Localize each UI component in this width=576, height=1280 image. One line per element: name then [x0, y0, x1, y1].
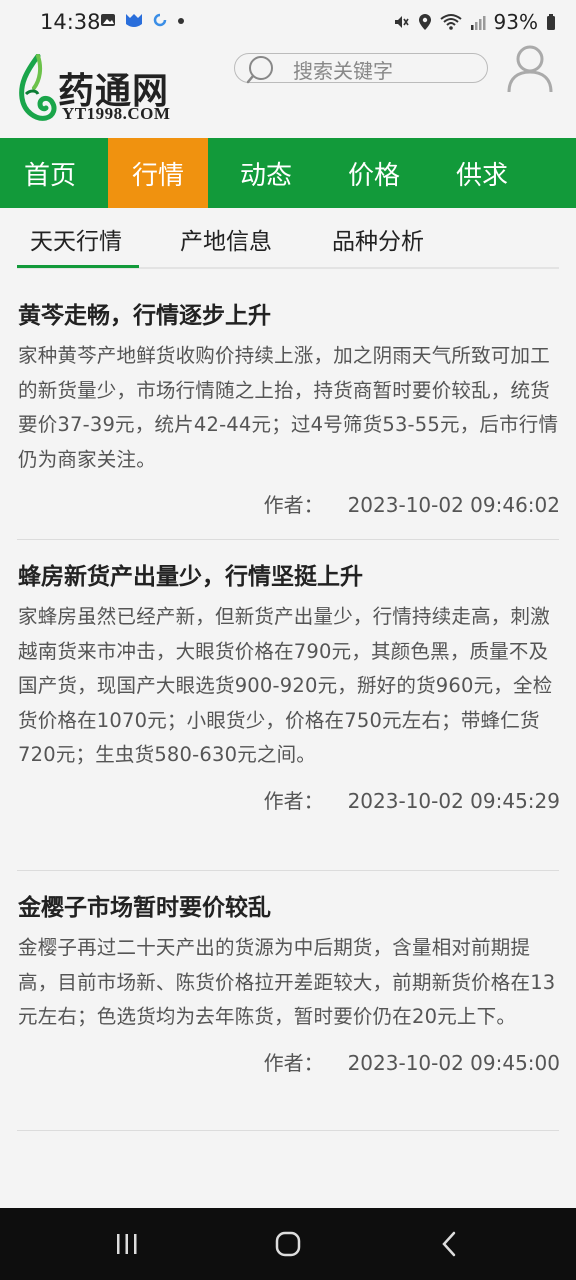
system-icons: 93% [392, 10, 556, 34]
article-meta: 作者： 2023-10-02 09:46:02 [18, 489, 560, 518]
article-summary: 金樱子再过二十天产出的货源为中后期货，含量相对前期提高，目前市场新、陈货价格拉开… [18, 936, 556, 1028]
gallery-icon [101, 14, 115, 26]
back-icon[interactable] [438, 1230, 460, 1258]
nav-item-home[interactable]: 首页 [0, 138, 100, 208]
author-label: 作者： [263, 788, 324, 813]
article-item[interactable]: 金樱子市场暂时要价较乱 金樱子再过二十天产出的货源为中后期货，含量相对前期提高，… [18, 893, 560, 1076]
site-logo[interactable]: 药通网 YT1998.COM [16, 54, 191, 126]
wifi-icon [439, 14, 462, 30]
nav-label: 价格 [347, 160, 400, 191]
article-datetime: 2023-10-02 09:45:00 [347, 1050, 560, 1075]
nav-label: 供求 [455, 160, 508, 191]
notification-icons [100, 12, 186, 28]
battery-percent: 93% [493, 10, 538, 34]
author-label: 作者： [263, 493, 324, 517]
status-time: 14:38 [40, 10, 101, 34]
tab-origin-info[interactable]: 产地信息 [180, 222, 272, 256]
search-icon [246, 56, 273, 84]
search-input[interactable]: 搜索关键字 [234, 53, 488, 84]
tab-variety-analysis[interactable]: 品种分析 [332, 222, 424, 256]
nav-label: 动态 [239, 160, 292, 191]
article-item[interactable]: 黄芩走畅，行情逐步上升 家种黄芩产地鲜货收购价持续上涨，加之阴雨天气所致可加工的… [18, 301, 560, 518]
nav-item-supply[interactable]: 供求 [432, 138, 532, 208]
nav-item-market[interactable]: 行情 [108, 138, 208, 208]
article-meta: 作者： 2023-10-02 09:45:29 [18, 785, 560, 814]
article-divider [17, 539, 559, 540]
nav-label: 行情 [131, 160, 184, 191]
tab-daily-market[interactable]: 天天行情 [30, 222, 122, 256]
nav-item-variety[interactable]: 品 [540, 138, 576, 208]
sync-icon [153, 13, 167, 27]
article-datetime: 2023-10-02 09:46:02 [347, 493, 560, 517]
article-meta: 作者： 2023-10-02 09:45:00 [18, 1047, 560, 1076]
location-icon [418, 14, 431, 30]
article-title[interactable]: 金樱子市场暂时要价较乱 [18, 893, 560, 923]
dot-icon [178, 18, 184, 24]
main-nav: 首页 行情 动态 价格 供求 品 [0, 138, 576, 208]
article-title[interactable]: 黄芩走畅，行情逐步上升 [18, 301, 560, 331]
article-divider [17, 870, 559, 871]
signal-icon [470, 16, 486, 30]
user-avatar-icon[interactable] [506, 44, 554, 94]
article-summary: 家蜂房虽然已经产新，但新货产出量少，行情持续走高，刺激越南货来市冲击，大眼货价格… [18, 605, 553, 766]
article-datetime: 2023-10-02 09:45:29 [347, 788, 560, 813]
sub-tabs: 天天行情 产地信息 品种分析 [0, 208, 576, 270]
author-label: 作者： [263, 1050, 324, 1075]
nav-label: 首页 [23, 160, 76, 191]
nav-item-price[interactable]: 价格 [324, 138, 424, 208]
site-header: 药通网 YT1998.COM 搜索关键字 [0, 44, 576, 138]
article-divider [17, 1130, 559, 1131]
recent-apps-icon[interactable] [114, 1232, 140, 1256]
leaf-logo-icon [19, 54, 57, 121]
article-title[interactable]: 蜂房新货产出量少，行情坚挺上升 [18, 562, 560, 592]
mute-icon [394, 16, 409, 28]
battery-icon [547, 14, 555, 30]
system-navigation-bar [0, 1208, 576, 1280]
app-notification-icon [126, 14, 142, 27]
active-tab-indicator [17, 265, 139, 268]
home-icon[interactable] [274, 1230, 302, 1258]
article-summary: 家种黄芩产地鲜货收购价持续上涨，加之阴雨天气所致可加工的新货量少，市场行情随之上… [18, 344, 559, 471]
logo-domain: YT1998.COM [62, 104, 171, 123]
nav-item-news[interactable]: 动态 [216, 138, 316, 208]
article-item[interactable]: 蜂房新货产出量少，行情坚挺上升 家蜂房虽然已经产新，但新货产出量少，行情持续走高… [18, 562, 560, 814]
search-placeholder: 搜索关键字 [293, 59, 393, 83]
status-bar: 14:38 93% [0, 0, 576, 44]
